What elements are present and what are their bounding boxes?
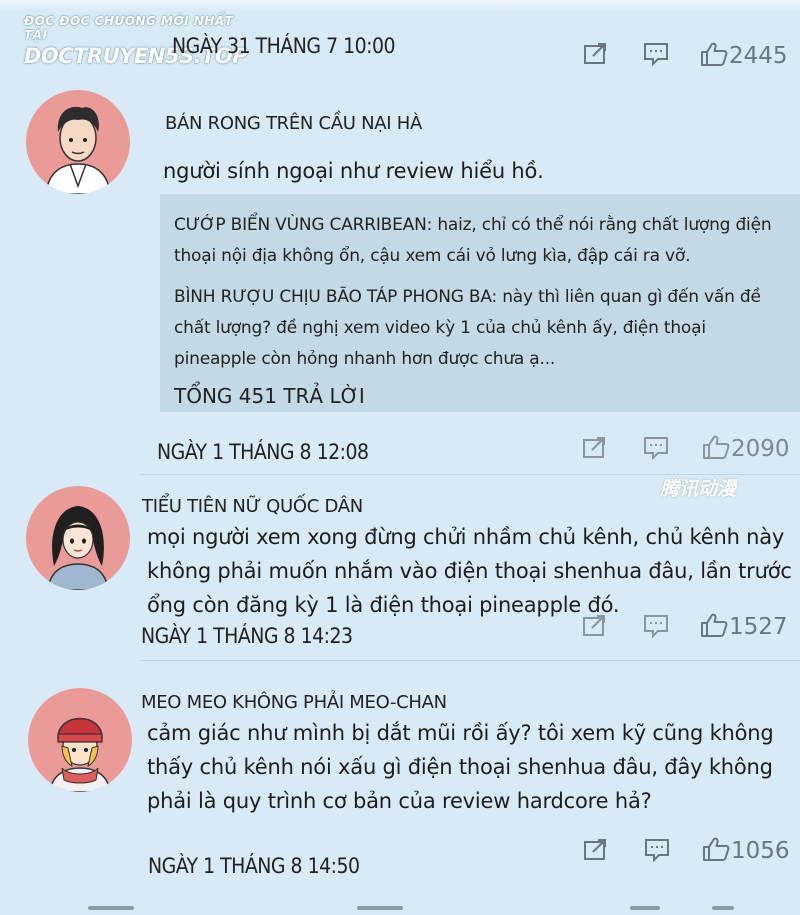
comment-username[interactable]: TIỂU TIÊN NỮ QUỐC DÂN <box>142 496 363 517</box>
comment-text: mọi người xem xong đừng chửi nhầm chủ kê… <box>147 525 792 617</box>
thumbs-up-icon <box>701 42 728 66</box>
avatar[interactable] <box>26 90 130 194</box>
total-replies-link[interactable]: TỔNG 451 TRẢ LỜI <box>174 384 365 408</box>
avatar[interactable] <box>28 688 132 792</box>
thumbs-up-icon <box>703 837 730 861</box>
comment-meta-row: NGÀY 1 THÁNG 8 12:08 2090 <box>0 432 800 472</box>
avatar[interactable] <box>26 486 130 590</box>
like-count: 2445 <box>729 43 788 69</box>
toolbar-like-icon[interactable] <box>630 906 660 910</box>
comment-date: NGÀY 1 THÁNG 8 12:08 <box>157 440 369 464</box>
reply-preview-box[interactable]: CƯỚP BIỂN VÙNG CARRIBEAN: haiz, chỉ có t… <box>160 194 800 412</box>
like-count: 2090 <box>731 436 790 462</box>
toolbar-share-icon[interactable] <box>88 906 134 910</box>
reply-item: BÌNH RƯỢU CHỊU BÃO TÁP PHONG BA: này thì… <box>174 287 761 369</box>
like-button[interactable]: 1527 <box>700 612 788 640</box>
comment-username[interactable]: BÁN RONG TRÊN CẦU NẠI HÀ <box>165 113 422 134</box>
comment-icon[interactable] <box>643 42 669 67</box>
share-icon[interactable] <box>583 42 609 66</box>
toolbar-comment-icon[interactable] <box>357 906 403 910</box>
comment-icon[interactable] <box>643 614 669 639</box>
comment-meta-row: NGÀY 1 THÁNG 8 14:50 1056 <box>0 832 800 878</box>
like-button[interactable]: 2445 <box>700 41 788 69</box>
share-icon[interactable] <box>582 614 608 638</box>
publisher-logo: 腾讯动漫 <box>660 478 737 500</box>
comment-meta-row: NGÀY 1 THÁNG 8 14:23 1527 <box>0 612 800 652</box>
share-icon[interactable] <box>582 436 608 460</box>
like-button[interactable]: 2090 <box>702 434 790 462</box>
thumbs-up-icon <box>701 613 728 637</box>
comment-text: người sính ngoại như review hiểu hồ. <box>163 159 544 183</box>
comment-date: NGÀY 1 THÁNG 8 14:23 <box>141 624 353 648</box>
like-count: 1056 <box>731 838 790 864</box>
toolbar-more-icon[interactable] <box>712 906 734 910</box>
comment-icon[interactable] <box>643 436 669 461</box>
divider <box>140 474 800 475</box>
comment-icon[interactable] <box>644 838 670 863</box>
comment-date: NGÀY 31 THÁNG 7 10:00 <box>172 34 396 58</box>
comment-username[interactable]: MEO MEO KHÔNG PHẢI MEO-CHAN <box>141 692 447 713</box>
divider <box>140 660 800 661</box>
like-count: 1527 <box>729 614 788 640</box>
reply-item: CƯỚP BIỂN VÙNG CARRIBEAN: haiz, chỉ có t… <box>174 215 772 266</box>
share-icon[interactable] <box>583 838 609 862</box>
comment-text: cảm giác như mình bị dắt mũi rồi ấy? tôi… <box>147 721 774 813</box>
thumbs-up-icon <box>703 435 730 459</box>
top-meta-row: NGÀY 31 THÁNG 7 10:00 2445 <box>0 30 800 70</box>
like-button[interactable]: 1056 <box>702 836 790 864</box>
bottom-toolbar <box>0 900 800 915</box>
comment-date: NGÀY 1 THÁNG 8 14:50 <box>148 854 360 878</box>
top-fade <box>0 0 800 12</box>
